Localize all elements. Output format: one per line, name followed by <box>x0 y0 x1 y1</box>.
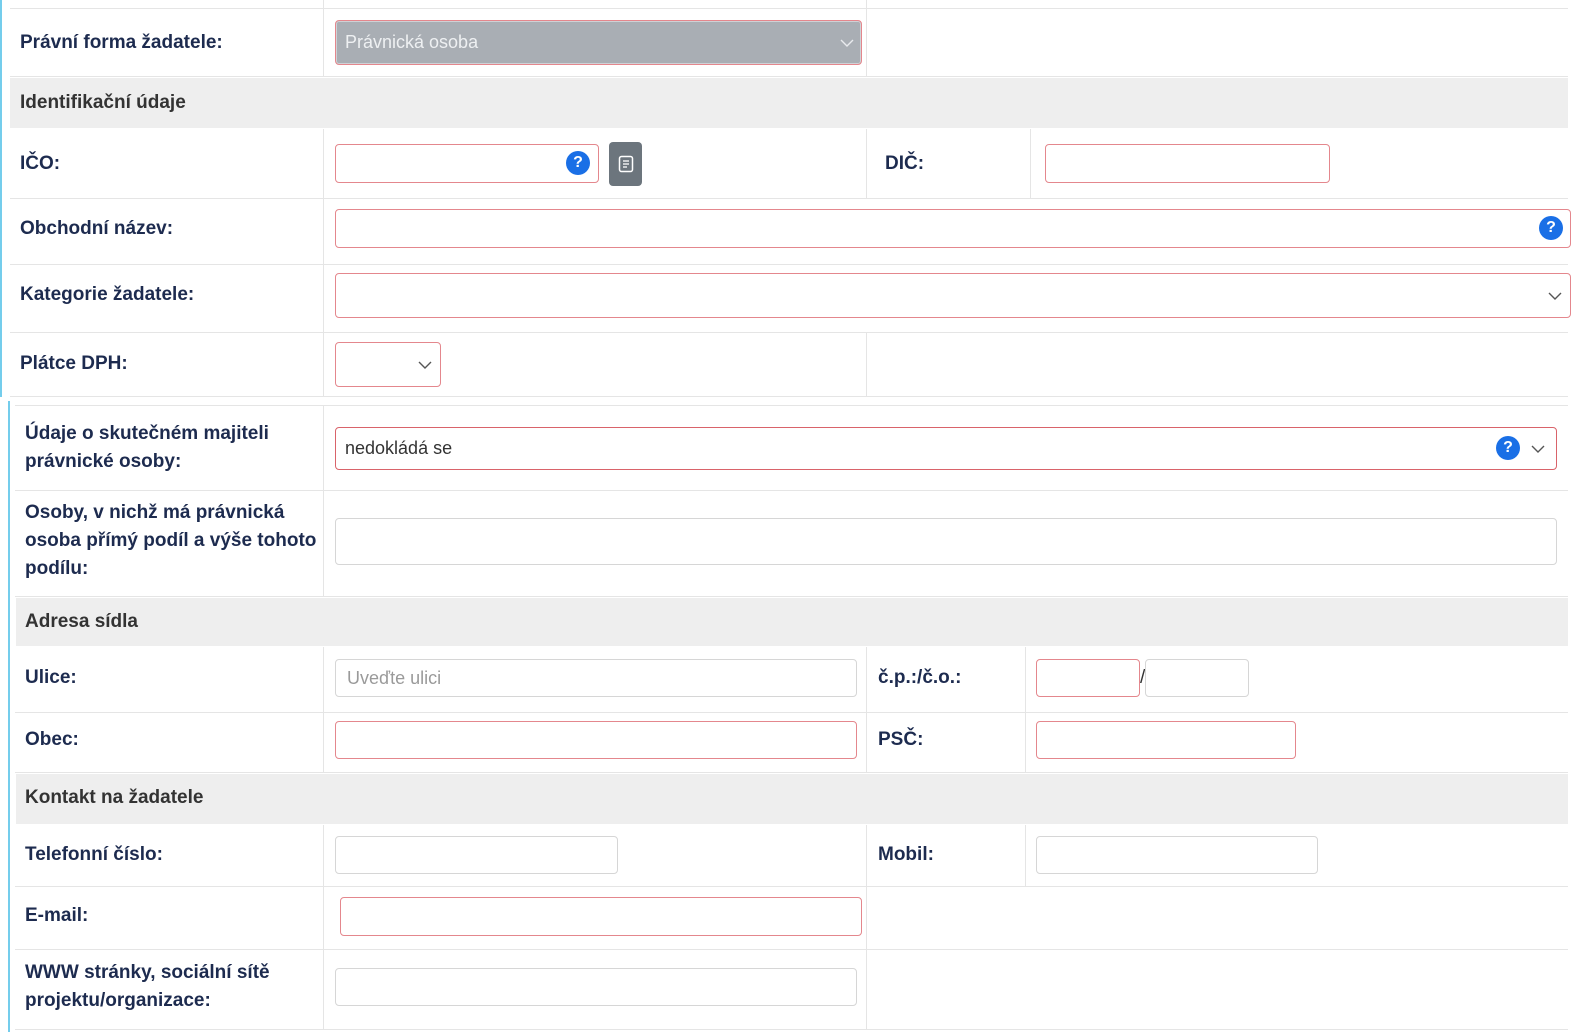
section-heading-address: Adresa sídla <box>25 611 138 632</box>
label-line: osoba přímý podíl a výše tohoto <box>25 530 317 551</box>
section-heading-band: Adresa sídla <box>16 598 1568 646</box>
document-icon <box>618 155 633 173</box>
legal-form-label: Právní forma žadatele: <box>20 32 223 53</box>
city-input[interactable] <box>335 721 857 759</box>
chevron-down-icon <box>1548 292 1562 300</box>
chevron-down-icon <box>418 361 432 369</box>
section-heading-band: Identifikační údaje <box>10 78 1568 128</box>
postal-code-label: PSČ: <box>878 729 924 750</box>
beneficial-owner-select-value: nedokládá se <box>345 438 453 458</box>
chevron-down-icon <box>840 39 854 47</box>
legal-form-select-value: Právnická osoba <box>345 32 479 52</box>
email-input[interactable] <box>340 897 862 936</box>
category-select[interactable] <box>335 273 1571 318</box>
mobile-label: Mobil: <box>878 844 934 865</box>
direct-shares-label: Osoby, v nichž má právnická osoba přímý … <box>25 499 316 583</box>
website-label: WWW stránky, sociální sítě projektu/orga… <box>25 959 270 1015</box>
help-icon[interactable]: ? <box>1496 436 1520 460</box>
city-label: Obec: <box>25 729 79 750</box>
section-heading-contact: Kontakt na žadatele <box>25 787 204 808</box>
label-line: podílu: <box>25 558 89 579</box>
form-row <box>10 129 1568 199</box>
beneficial-owner-select[interactable]: nedokládá se <box>335 427 1557 470</box>
help-icon[interactable]: ? <box>1539 216 1563 240</box>
postal-code-input[interactable] <box>1036 721 1296 759</box>
street-label: Ulice: <box>25 667 77 688</box>
beneficial-owner-label: Údaje o skutečném majiteli právnické oso… <box>25 420 269 476</box>
form-row <box>10 333 1568 397</box>
vat-payer-label: Plátce DPH: <box>20 353 128 374</box>
house-number-label: č.p.:/č.o.: <box>878 667 962 688</box>
business-name-input[interactable] <box>335 209 1571 248</box>
dic-label: DIČ: <box>885 153 925 174</box>
left-accent-border <box>8 401 10 1032</box>
phone-label: Telefonní číslo: <box>25 844 163 865</box>
applicant-form: Právní forma žadatele: Právnická osoba I… <box>0 0 1576 1032</box>
dic-input[interactable] <box>1045 144 1330 183</box>
business-name-label: Obchodní název: <box>20 218 174 239</box>
section-heading-identification: Identifikační údaje <box>20 92 186 113</box>
ico-lookup-button[interactable] <box>609 142 642 186</box>
legal-form-select[interactable]: Právnická osoba <box>335 20 862 65</box>
label-line: projektu/organizace: <box>25 990 211 1011</box>
label-line: WWW stránky, sociální sítě <box>25 962 270 983</box>
help-icon[interactable]: ? <box>566 151 590 175</box>
phone-input[interactable] <box>335 836 618 874</box>
left-accent-border <box>0 0 2 397</box>
form-row <box>15 825 1568 887</box>
house-number-co-input[interactable] <box>1145 659 1249 697</box>
mobile-input[interactable] <box>1036 836 1318 874</box>
vat-payer-select[interactable] <box>335 342 441 387</box>
ico-label: IČO: <box>20 153 61 174</box>
label-line: Údaje o skutečném majiteli <box>25 423 269 444</box>
form-row <box>10 0 1568 9</box>
street-input[interactable] <box>335 659 857 697</box>
category-label: Kategorie žadatele: <box>20 284 195 305</box>
label-line: právnické osoby: <box>25 451 182 472</box>
house-number-cp-input[interactable] <box>1036 659 1140 697</box>
ico-input[interactable] <box>335 144 599 183</box>
section-heading-band: Kontakt na žadatele <box>16 774 1568 824</box>
chevron-down-icon <box>1531 445 1545 453</box>
label-line: Osoby, v nichž má právnická <box>25 502 285 523</box>
email-label: E-mail: <box>25 905 89 926</box>
direct-shares-input[interactable] <box>335 518 1557 565</box>
website-input[interactable] <box>335 968 857 1006</box>
